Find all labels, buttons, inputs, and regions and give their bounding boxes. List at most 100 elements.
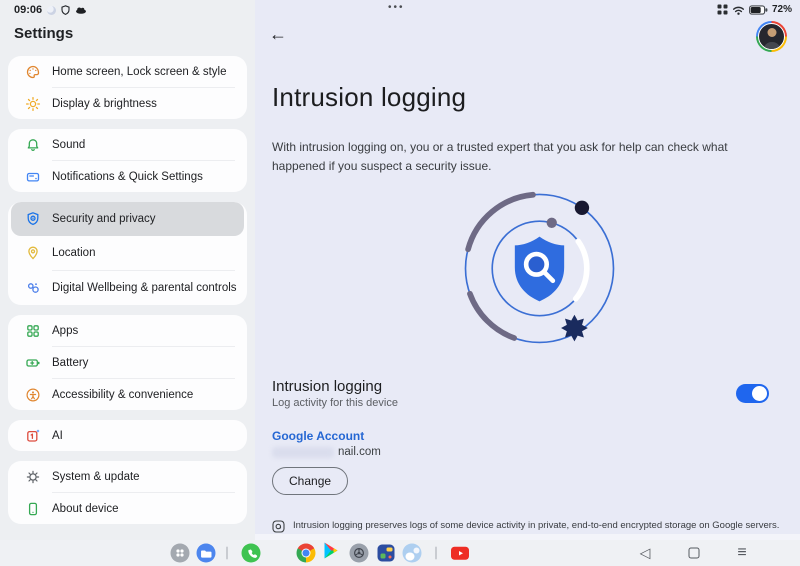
clock-time: 09:06 bbox=[14, 4, 42, 16]
account-email: nail.com bbox=[338, 446, 381, 458]
battery-icon bbox=[24, 354, 41, 371]
play-store-app-icon[interactable] bbox=[324, 543, 339, 564]
bell-icon bbox=[24, 136, 41, 153]
security-shield-icon bbox=[24, 211, 41, 228]
sidebar-item-label: AI bbox=[52, 430, 63, 442]
intrusion-logging-panel: ••• 72% ← Intrusion logging With intrusi… bbox=[255, 0, 800, 540]
sidebar-item-label: Home screen, Lock screen & style bbox=[52, 66, 227, 78]
gear-icon bbox=[24, 468, 41, 485]
taskbar-dock: ◁ ≡ bbox=[0, 540, 800, 566]
orbit-dot-black bbox=[575, 201, 589, 215]
cloud-icon bbox=[75, 6, 87, 14]
app-drawer-icon[interactable] bbox=[171, 544, 190, 563]
footnote-row: Intrusion logging preserves logs of some… bbox=[272, 520, 787, 533]
sidebar-item-display[interactable]: Display & brightness bbox=[8, 88, 247, 119]
orbit-gear-icon bbox=[561, 315, 588, 342]
sidebar-item-label: Digital Wellbeing & parental controls bbox=[52, 282, 237, 294]
moon-icon bbox=[47, 6, 56, 15]
sidebar-item-label: Accessibility & convenience bbox=[52, 389, 193, 401]
settings-group-sound-notifications: Sound Notifications & Quick Settings bbox=[8, 129, 247, 192]
orbit-arc-outer-bottom bbox=[470, 294, 514, 338]
brightness-icon bbox=[24, 95, 41, 112]
settings-menu: Home screen, Lock screen & style Display… bbox=[8, 56, 247, 534]
wellbeing-icon bbox=[24, 280, 41, 297]
status-bar-right: 72% bbox=[717, 4, 792, 15]
accessibility-icon bbox=[24, 386, 41, 403]
sidebar-item-label: Security and privacy bbox=[52, 213, 156, 225]
battery-icon bbox=[749, 5, 768, 15]
settings-group-security: Security and privacy Location Digital We… bbox=[8, 202, 247, 305]
location-pin-icon bbox=[24, 245, 41, 262]
sidebar-item-system-update[interactable]: System & update bbox=[8, 461, 247, 492]
wifi-icon bbox=[732, 5, 745, 15]
sidebar-item-apps[interactable]: Apps bbox=[8, 315, 247, 346]
sidebar-item-about-device[interactable]: About device bbox=[8, 493, 247, 524]
tablet-screen: 09:06 Settings Home screen, Lock screen … bbox=[0, 0, 800, 566]
sidebar-item-label: Display & brightness bbox=[52, 98, 157, 110]
window-drag-handle[interactable]: ••• bbox=[388, 2, 405, 13]
network-nodes-icon bbox=[717, 4, 728, 15]
avatar-photo bbox=[758, 23, 785, 50]
phone-app-icon[interactable] bbox=[242, 544, 261, 563]
dock-separator bbox=[226, 547, 228, 560]
redacted-email-smudge bbox=[272, 447, 334, 458]
sidebar-item-sound[interactable]: Sound bbox=[8, 129, 247, 160]
sidebar-item-security-privacy[interactable]: Security and privacy bbox=[11, 202, 244, 236]
sidebar-item-label: Notifications & Quick Settings bbox=[52, 171, 203, 183]
settings-group-personalization: Home screen, Lock screen & style Display… bbox=[8, 56, 247, 119]
sidebar-item-accessibility[interactable]: Accessibility & convenience bbox=[8, 379, 247, 410]
avatar-head bbox=[767, 28, 776, 37]
sidebar-item-home-screen[interactable]: Home screen, Lock screen & style bbox=[8, 56, 247, 87]
avatar-shoulders bbox=[763, 42, 780, 50]
intrusion-logging-illustration bbox=[447, 178, 632, 363]
google-account-label: Google Account bbox=[272, 429, 364, 443]
orbit-arc-inner-white bbox=[576, 241, 587, 299]
account-email-row: nail.com bbox=[272, 446, 381, 458]
nav-back-icon[interactable]: ◁ bbox=[640, 545, 651, 562]
weather-app-icon[interactable] bbox=[403, 544, 422, 563]
sidebar-item-notifications[interactable]: Notifications & Quick Settings bbox=[8, 161, 247, 192]
page-title: Intrusion logging bbox=[272, 82, 466, 113]
notifications-icon bbox=[24, 168, 41, 185]
ai-icon bbox=[24, 427, 41, 444]
page-description: With intrusion logging on, you or a trus… bbox=[272, 138, 777, 175]
toggle-row-title: Intrusion logging bbox=[272, 378, 382, 395]
sidebar-item-digital-wellbeing[interactable]: Digital Wellbeing & parental controls bbox=[8, 271, 247, 305]
sidebar-item-label: Apps bbox=[52, 325, 78, 337]
encrypted-storage-icon bbox=[272, 520, 285, 533]
sidebar-item-label: Battery bbox=[52, 357, 88, 369]
battery-percent: 72% bbox=[772, 4, 792, 15]
gallery-app-icon[interactable] bbox=[378, 545, 395, 562]
sidebar-item-label: About device bbox=[52, 503, 119, 515]
apps-grid-icon bbox=[24, 322, 41, 339]
sidebar-item-battery[interactable]: Battery bbox=[8, 347, 247, 378]
footnote-text: Intrusion logging preserves logs of some… bbox=[293, 520, 779, 532]
nav-recents-icon[interactable]: ≡ bbox=[737, 544, 746, 562]
phone-icon bbox=[24, 500, 41, 517]
chrome-app-icon[interactable] bbox=[297, 544, 316, 563]
sidebar-item-label: System & update bbox=[52, 471, 140, 483]
change-account-button[interactable]: Change bbox=[272, 467, 348, 495]
back-arrow-icon[interactable]: ← bbox=[269, 24, 287, 45]
sidebar-item-location[interactable]: Location bbox=[8, 236, 247, 270]
nav-home-icon[interactable] bbox=[689, 548, 700, 559]
orbit-dot-slate bbox=[547, 218, 557, 228]
sidebar-item-label: Sound bbox=[52, 139, 85, 151]
toggle-row-subtitle: Log activity for this device bbox=[272, 397, 398, 409]
settings-group-apps: Apps Battery Accessibility & convenience bbox=[8, 315, 247, 410]
settings-sidebar: 09:06 Settings Home screen, Lock screen … bbox=[0, 0, 255, 540]
shield-icon bbox=[61, 5, 70, 15]
settings-group-ai: AI bbox=[8, 420, 247, 451]
sidebar-item-ai[interactable]: AI bbox=[8, 420, 247, 451]
sidebar-item-label: Location bbox=[52, 247, 95, 259]
palette-icon bbox=[24, 63, 41, 80]
files-app-icon[interactable] bbox=[197, 544, 216, 563]
intrusion-logging-toggle[interactable] bbox=[736, 384, 769, 403]
account-avatar[interactable] bbox=[756, 21, 787, 52]
youtube-app-icon[interactable] bbox=[451, 547, 469, 560]
settings-group-system: System & update About device bbox=[8, 461, 247, 524]
dock-separator bbox=[435, 547, 437, 560]
page-title-settings: Settings bbox=[14, 25, 73, 42]
toggle-knob bbox=[752, 386, 767, 401]
emblem-app-icon[interactable] bbox=[350, 544, 369, 563]
